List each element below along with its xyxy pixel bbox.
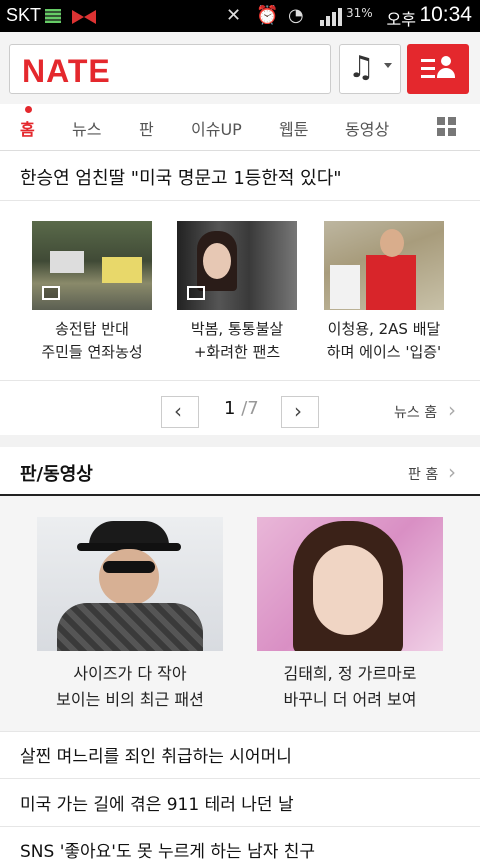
music-button[interactable]: ♫	[339, 44, 401, 94]
bow-status-icon	[72, 9, 96, 24]
caption-line: +화려한 팬츠	[193, 343, 281, 361]
list-item[interactable]: SNS '좋아요'도 못 누르게 하는 남자 친구	[20, 837, 315, 862]
tab-issue-up[interactable]: 이슈UP	[191, 116, 242, 140]
ampm-label: 오후	[386, 10, 416, 29]
grid-status-icon	[45, 9, 61, 23]
caption-line: 하며 에이스 '입증'	[326, 343, 442, 361]
divider	[0, 826, 480, 827]
section-title: 판/동영상	[20, 464, 93, 485]
tab-webtoon[interactable]: 웹툰	[279, 116, 308, 140]
total-pages: /7	[241, 398, 259, 419]
list-item[interactable]: 살찐 며느리를 죄인 취급하는 시어머니	[20, 742, 292, 767]
mute-icon: ✕	[226, 5, 242, 26]
signal-icon	[320, 8, 344, 30]
list-item[interactable]: 미국 가는 길에 겪은 911 테러 나던 날	[20, 790, 294, 815]
divider	[0, 200, 480, 201]
caption-line: 김태희, 정 가르마로	[283, 664, 417, 683]
news-caption-1[interactable]: 송전탑 반대 주민들 연좌농성	[17, 318, 167, 364]
divider	[0, 380, 480, 381]
news-thumb-1[interactable]	[32, 221, 152, 310]
clock: 10:34	[419, 3, 472, 26]
tab-webtoon-label: 웹툰	[279, 120, 309, 139]
chevron-right-icon: ›	[294, 399, 302, 423]
tab-issue-up-label: 이슈UP	[191, 120, 242, 139]
nav-tabs: 홈 뉴스 판 이슈UP 웹툰 동영상	[0, 104, 480, 151]
user-icon	[441, 56, 451, 66]
divider	[0, 731, 480, 732]
news-home-link[interactable]: 뉴스 홈	[394, 402, 437, 422]
my-menu-button[interactable]	[407, 44, 469, 94]
alarm-icon: ⏰	[256, 5, 279, 26]
current-page: 1	[224, 398, 236, 419]
page-indicator: 1 /7	[224, 398, 259, 419]
tab-news-label: 뉴스	[72, 120, 102, 139]
music-note-icon: ♫	[348, 50, 375, 85]
grid-menu-icon[interactable]	[437, 117, 457, 137]
caption-line: 박봄, 통통불살	[190, 320, 284, 338]
chevron-left-icon: ‹	[174, 399, 182, 423]
chevron-right-icon: ›	[448, 460, 456, 484]
active-dot	[25, 106, 32, 113]
prev-page-button[interactable]: ‹	[161, 396, 199, 428]
news-thumb-3[interactable]	[324, 221, 444, 310]
divider	[0, 778, 480, 779]
caption-line: 이청용, 2AS 배달	[327, 320, 441, 338]
caption-line: 사이즈가 다 작아	[73, 664, 187, 683]
news-caption-3[interactable]: 이청용, 2AS 배달 하며 에이스 '입증'	[309, 318, 459, 364]
list-icon	[421, 59, 435, 83]
section-gap	[0, 435, 480, 447]
pan-caption-2[interactable]: 김태희, 정 가르마로 바꾸니 더 어려 보여	[240, 661, 460, 713]
tab-pan[interactable]: 판	[139, 116, 154, 140]
battery-label: 31%	[346, 6, 373, 20]
tab-home[interactable]: 홈	[20, 106, 35, 140]
pan-home-link[interactable]: 판 홈	[408, 464, 438, 484]
tab-video[interactable]: 동영상	[345, 116, 389, 140]
nate-logo: NATE	[22, 53, 111, 89]
user-icon-body	[437, 68, 455, 78]
video-icon	[42, 286, 60, 300]
wifi-icon: ◔	[288, 5, 304, 26]
carrier-label: SKT	[6, 5, 42, 25]
tab-pan-label: 판	[139, 120, 154, 139]
top-bar: NATE ♫	[0, 32, 480, 105]
search-input[interactable]: NATE	[9, 44, 331, 94]
pan-thumb-2[interactable]	[257, 517, 443, 651]
status-bar: SKT ✕ ⏰ ◔ 31% 오후 10:34	[0, 0, 480, 32]
tab-news[interactable]: 뉴스	[72, 116, 101, 140]
tab-video-label: 동영상	[345, 120, 390, 139]
next-page-button[interactable]: ›	[281, 396, 319, 428]
chevron-right-icon: ›	[448, 398, 456, 422]
chevron-down-icon	[384, 63, 392, 68]
headline-link[interactable]: 한승연 엄친딸 "미국 명문고 1등한적 있다"	[20, 164, 342, 190]
caption-line: 주민들 연좌농성	[41, 343, 143, 361]
caption-line: 송전탑 반대	[55, 320, 129, 338]
news-thumb-2[interactable]	[177, 221, 297, 310]
pan-thumb-1[interactable]	[37, 517, 223, 651]
video-icon	[187, 286, 205, 300]
tab-home-label: 홈	[20, 120, 35, 139]
pan-caption-1[interactable]: 사이즈가 다 작아 보이는 비의 최근 패션	[20, 661, 240, 713]
caption-line: 보이는 비의 최근 패션	[56, 690, 204, 709]
news-caption-2[interactable]: 박봄, 통통불살 +화려한 팬츠	[162, 318, 312, 364]
caption-line: 바꾸니 더 어려 보여	[283, 690, 417, 709]
